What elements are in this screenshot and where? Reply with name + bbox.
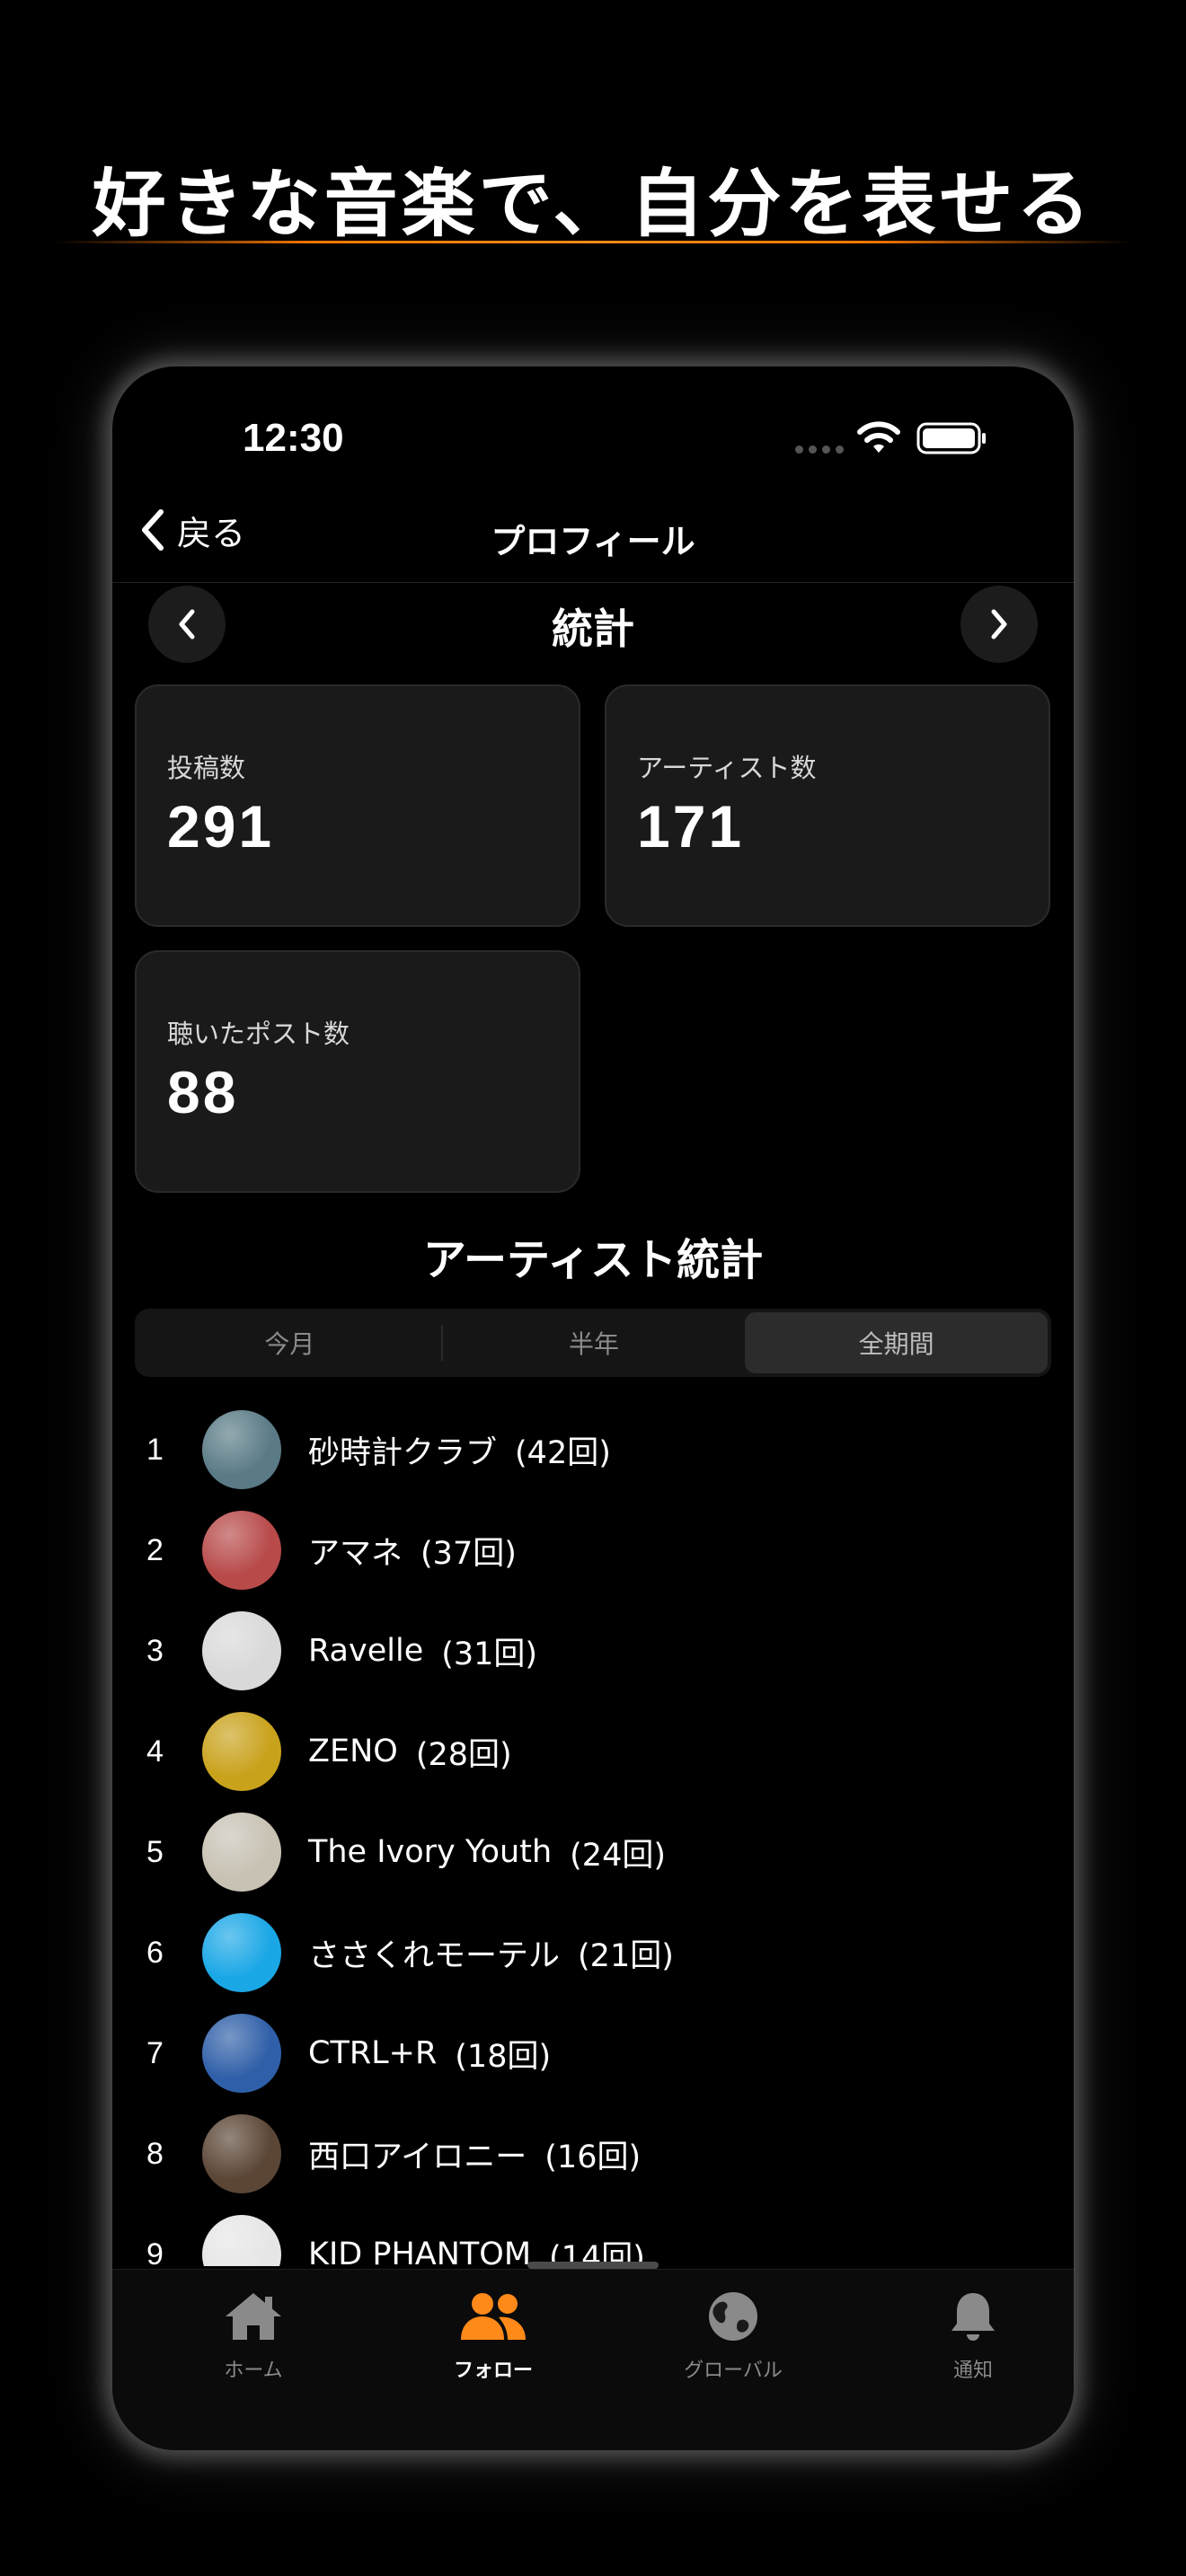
artist-ranking-list: 1 砂時計クラブ (42回) 2 アマネ (37回) 3 Ravelle (31回) 4 ZENO (… bbox=[112, 1399, 1074, 2266]
artist-name: ZENO bbox=[308, 1734, 398, 1769]
segment-this-month[interactable]: 今月 bbox=[138, 1312, 441, 1373]
tab-bar: ホーム フォロー グローバル 通知 bbox=[112, 2269, 1074, 2450]
promo-headline: 好きな音楽で、自分を表せる bbox=[92, 162, 1094, 247]
stat-label: アーティスト数 bbox=[637, 753, 817, 783]
tab-home[interactable]: ホーム bbox=[164, 2289, 343, 2383]
artist-avatar bbox=[202, 1913, 281, 1992]
artist-avatar bbox=[202, 1511, 281, 1590]
tab-label: グローバル bbox=[684, 2360, 783, 2382]
stats-title: 統計 bbox=[552, 604, 634, 653]
artist-rank: 6 bbox=[146, 1935, 164, 1970]
artist-play-count: (28回) bbox=[415, 1736, 512, 1773]
tab-follow[interactable]: フォロー bbox=[403, 2289, 583, 2383]
artist-name: The Ivory Youth bbox=[308, 1834, 553, 1870]
bell-icon bbox=[951, 2293, 995, 2341]
artist-avatar bbox=[202, 1410, 281, 1489]
artist-name: アマネ bbox=[308, 1535, 403, 1572]
artist-row[interactable]: 6 ささくれモーテル (21回) bbox=[112, 1902, 1074, 2003]
artist-row[interactable]: 4 ZENO (28回) bbox=[112, 1701, 1074, 1802]
tab-label: 通知 bbox=[952, 2360, 993, 2382]
globe-icon bbox=[709, 2292, 757, 2341]
artist-avatar bbox=[202, 1813, 281, 1892]
artist-play-count: (37回) bbox=[420, 1535, 517, 1572]
artist-rank: 1 bbox=[146, 1432, 164, 1467]
stat-label: 投稿数 bbox=[167, 753, 246, 783]
artist-rank: 5 bbox=[146, 1834, 164, 1869]
stat-card-posts: 投稿数 291 bbox=[135, 684, 580, 927]
artist-play-count: (31回) bbox=[441, 1636, 538, 1672]
artist-rank: 7 bbox=[146, 2035, 164, 2070]
headline-underline bbox=[54, 241, 1132, 243]
stats-section-header: 統計 bbox=[112, 584, 1074, 665]
artist-avatar bbox=[202, 1611, 281, 1690]
cellular-signal-icon bbox=[795, 446, 844, 454]
tab-label: ホーム bbox=[224, 2360, 283, 2382]
stat-card-artists: アーティスト数 171 bbox=[605, 684, 1050, 927]
page-title: プロフィール bbox=[491, 522, 695, 561]
scroll-indicator bbox=[527, 2262, 659, 2269]
stat-value: 291 bbox=[167, 793, 275, 860]
phone-frame: 12:30 戻る プロフィール 統計 投稿数 291 アーティスト数 171 聴… bbox=[112, 366, 1074, 2450]
battery-icon bbox=[916, 422, 986, 454]
segment-half-year[interactable]: 半年 bbox=[443, 1312, 746, 1373]
artist-play-count: (24回) bbox=[570, 1837, 666, 1874]
artist-name: Ravelle bbox=[308, 1633, 424, 1669]
artist-row[interactable]: 3 Ravelle (31回) bbox=[112, 1601, 1074, 1701]
stat-value: 171 bbox=[637, 793, 745, 860]
stat-label: 聴いたポスト数 bbox=[167, 1019, 350, 1049]
navigation-bar: 戻る プロフィール bbox=[112, 483, 1074, 583]
status-time: 12:30 bbox=[243, 416, 344, 460]
segment-all-time[interactable]: 全期間 bbox=[745, 1312, 1049, 1373]
wifi-icon bbox=[857, 421, 900, 453]
next-section-button[interactable] bbox=[960, 586, 1038, 663]
artist-avatar bbox=[202, 2114, 281, 2193]
tab-label: フォロー bbox=[453, 2360, 533, 2382]
tab-global[interactable]: グローバル bbox=[643, 2289, 823, 2383]
artist-play-count: (18回) bbox=[455, 2038, 552, 2075]
artist-avatar bbox=[202, 2215, 281, 2266]
status-bar: 12:30 bbox=[112, 366, 1074, 474]
artist-name: KID PHANTOM bbox=[308, 2236, 532, 2266]
artist-rank: 3 bbox=[146, 1633, 164, 1668]
artist-rank: 4 bbox=[146, 1734, 164, 1769]
artist-rank: 9 bbox=[146, 2236, 164, 2267]
artist-play-count: (21回) bbox=[578, 1937, 674, 1974]
artist-rank: 2 bbox=[146, 1532, 164, 1567]
artist-row[interactable]: 2 アマネ (37回) bbox=[112, 1500, 1074, 1601]
artist-avatar bbox=[202, 2014, 281, 2093]
tab-notifications[interactable]: 通知 bbox=[883, 2289, 1063, 2383]
artist-play-count: (16回) bbox=[544, 2139, 642, 2175]
people-icon bbox=[461, 2293, 526, 2340]
artist-name: ささくれモーテル bbox=[308, 1937, 561, 1974]
artist-row[interactable]: 8 西口アイロニー (16回) bbox=[112, 2104, 1074, 2204]
chevron-right-icon bbox=[991, 609, 1007, 640]
period-segmented-control: 今月 半年 全期間 bbox=[135, 1309, 1051, 1377]
artist-name: 西口アイロニー bbox=[308, 2139, 527, 2175]
stat-card-listened: 聴いたポスト数 88 bbox=[135, 950, 580, 1193]
artist-row[interactable]: 9 KID PHANTOM (14回) bbox=[112, 2204, 1074, 2266]
artist-stats-title: アーティスト統計 bbox=[422, 1235, 764, 1285]
artist-name: CTRL+R bbox=[308, 2035, 438, 2071]
artist-row[interactable]: 5 The Ivory Youth (24回) bbox=[112, 1802, 1074, 1902]
artist-avatar bbox=[202, 1712, 281, 1791]
artist-play-count: (42回) bbox=[515, 1434, 611, 1471]
home-icon bbox=[226, 2293, 281, 2340]
artist-name: 砂時計クラブ bbox=[308, 1434, 498, 1471]
artist-row[interactable]: 7 CTRL+R (18回) bbox=[112, 2003, 1074, 2104]
artist-rank: 8 bbox=[146, 2136, 164, 2171]
stat-value: 88 bbox=[167, 1059, 239, 1125]
artist-row[interactable]: 1 砂時計クラブ (42回) bbox=[112, 1399, 1074, 1500]
